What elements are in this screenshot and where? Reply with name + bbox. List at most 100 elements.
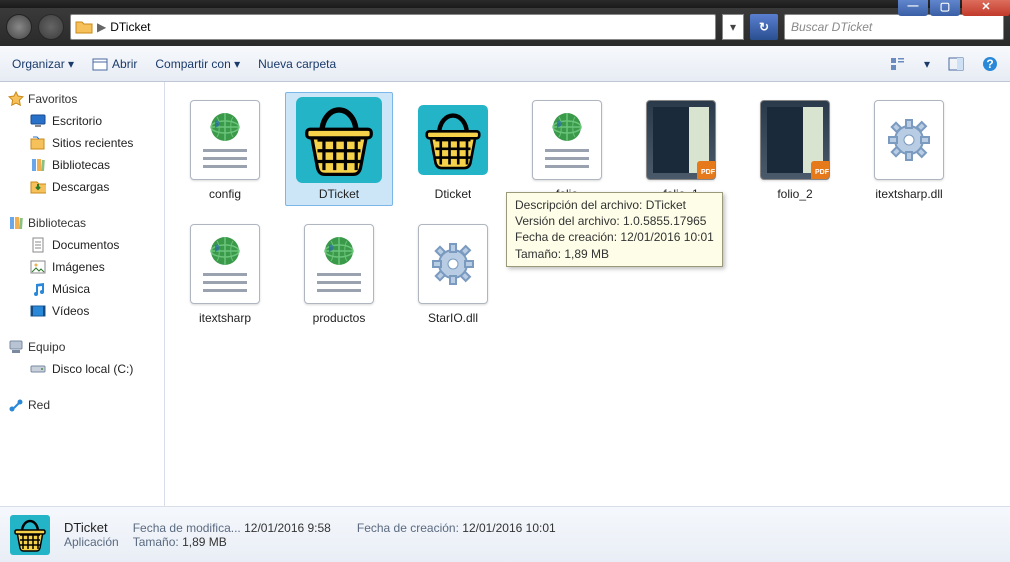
nav-documents[interactable]: Documentos xyxy=(2,234,162,256)
breadcrumb-current[interactable]: DTicket xyxy=(110,20,150,34)
details-size-label: Tamaño: xyxy=(133,535,179,549)
window-close-button[interactable]: ✕ xyxy=(962,0,1010,16)
file-item[interactable]: PDF folio_2 xyxy=(741,92,849,206)
nav-pane: Favoritos Escritorio Sitios recientes Bi… xyxy=(0,82,165,506)
file-name: itextsharp xyxy=(199,311,251,325)
file-thumb xyxy=(406,221,500,307)
file-name: Dticket xyxy=(435,187,472,201)
details-mod-label: Fecha de modifica... xyxy=(133,521,241,535)
globe-icon xyxy=(209,235,241,267)
downloads-icon xyxy=(30,179,46,195)
search-input[interactable]: Buscar DTicket xyxy=(784,14,1004,40)
libraries-icon xyxy=(30,157,46,173)
file-item[interactable]: productos xyxy=(285,216,393,330)
file-item[interactable]: config xyxy=(171,92,279,206)
open-icon xyxy=(92,56,108,72)
address-bar: ▶ DTicket ▾ ↻ Buscar DTicket xyxy=(0,8,1010,46)
breadcrumb[interactable]: ▶ DTicket xyxy=(70,14,716,40)
window-minimize-button[interactable]: — xyxy=(898,0,928,16)
recent-icon xyxy=(30,135,46,151)
toolbar-share[interactable]: Compartir con ▾ xyxy=(155,57,240,71)
video-icon xyxy=(30,303,46,319)
help-icon[interactable]: ? xyxy=(982,56,998,72)
nav-libraries-link[interactable]: Bibliotecas xyxy=(2,154,162,176)
toolbar-open[interactable]: Abrir xyxy=(92,56,137,72)
file-tooltip: Descripción del archivo: DTicket Versión… xyxy=(506,192,723,267)
file-item[interactable]: StarIO.dll xyxy=(399,216,507,330)
globe-icon xyxy=(323,235,355,267)
details-created-label: Fecha de creación: xyxy=(357,521,459,535)
file-name: itextsharp.dll xyxy=(875,187,942,201)
view-options-icon[interactable] xyxy=(890,56,906,72)
details-size-value: 1,89 MB xyxy=(182,535,227,549)
file-item[interactable]: folio xyxy=(513,92,621,206)
nav-videos[interactable]: Vídeos xyxy=(2,300,162,322)
nav-images[interactable]: Imágenes xyxy=(2,256,162,278)
file-item[interactable]: itextsharp.dll xyxy=(855,92,963,206)
details-created-value: 12/01/2016 10:01 xyxy=(462,521,555,535)
view-dropdown[interactable]: ▾ xyxy=(924,57,930,71)
file-thumb xyxy=(520,97,614,183)
file-thumb xyxy=(178,97,272,183)
file-thumb xyxy=(292,97,386,183)
nav-favorites-header[interactable]: Favoritos xyxy=(2,88,162,110)
globe-icon xyxy=(209,111,241,143)
window-titlebar: — ▢ ✕ xyxy=(0,0,1010,8)
file-item[interactable]: DTicket xyxy=(285,92,393,206)
file-list[interactable]: configDTicketDticketfolioPDFfolio_1PDFfo… xyxy=(165,82,1010,506)
globe-icon xyxy=(551,111,583,143)
nav-back-button[interactable] xyxy=(6,14,32,40)
toolbar-organize[interactable]: Organizar ▾ xyxy=(12,57,74,71)
nav-recent[interactable]: Sitios recientes xyxy=(2,132,162,154)
details-title: DTicket xyxy=(64,520,119,535)
music-icon xyxy=(30,281,46,297)
gear-icon xyxy=(429,240,477,288)
nav-network-header[interactable]: Red xyxy=(2,394,162,416)
breadcrumb-dropdown[interactable]: ▾ xyxy=(722,14,744,40)
toolbar-open-label: Abrir xyxy=(112,57,137,71)
folder-icon xyxy=(75,19,93,35)
details-icon xyxy=(10,515,50,555)
details-type: Aplicación xyxy=(64,535,119,549)
file-item[interactable]: PDFfolio_1 xyxy=(627,92,735,206)
file-name: StarIO.dll xyxy=(428,311,478,325)
pdf-badge-icon: PDF xyxy=(697,161,716,180)
file-name: productos xyxy=(313,311,366,325)
image-icon xyxy=(30,259,46,275)
nav-computer-header[interactable]: Equipo xyxy=(2,336,162,358)
file-thumb xyxy=(292,221,386,307)
file-name: config xyxy=(209,187,241,201)
refresh-button[interactable]: ↻ xyxy=(750,14,778,40)
file-thumb xyxy=(178,221,272,307)
nav-downloads[interactable]: Descargas xyxy=(2,176,162,198)
details-pane: DTicket Aplicación Fecha de modifica... … xyxy=(0,506,1010,562)
file-item[interactable]: Dticket xyxy=(399,92,507,206)
nav-localdisk[interactable]: Disco local (C:) xyxy=(2,358,162,380)
monitor-icon xyxy=(30,113,46,129)
toolbar: Organizar ▾ Abrir Compartir con ▾ Nueva … xyxy=(0,46,1010,82)
toolbar-newfolder[interactable]: Nueva carpeta xyxy=(258,57,336,71)
basket-icon xyxy=(292,97,386,183)
breadcrumb-sep: ▶ xyxy=(97,20,106,34)
computer-icon xyxy=(8,339,24,355)
preview-pane-icon[interactable] xyxy=(948,56,964,72)
file-thumb xyxy=(862,97,956,183)
nav-desktop[interactable]: Escritorio xyxy=(2,110,162,132)
gear-icon xyxy=(885,116,933,164)
file-item[interactable]: itextsharp xyxy=(171,216,279,330)
disk-icon xyxy=(30,361,46,377)
file-thumb: PDF xyxy=(748,97,842,183)
file-name: folio_2 xyxy=(777,187,812,201)
file-thumb: PDF xyxy=(634,97,728,183)
star-icon xyxy=(8,91,24,107)
svg-text:?: ? xyxy=(986,57,993,71)
nav-music[interactable]: Música xyxy=(2,278,162,300)
nav-libraries-header[interactable]: Bibliotecas xyxy=(2,212,162,234)
libraries-icon xyxy=(8,215,24,231)
pdf-badge-icon: PDF xyxy=(811,161,830,180)
nav-forward-button[interactable] xyxy=(38,14,64,40)
doc-icon xyxy=(30,237,46,253)
window-maximize-button[interactable]: ▢ xyxy=(930,0,960,16)
file-name: DTicket xyxy=(319,187,359,201)
file-thumb xyxy=(406,97,500,183)
